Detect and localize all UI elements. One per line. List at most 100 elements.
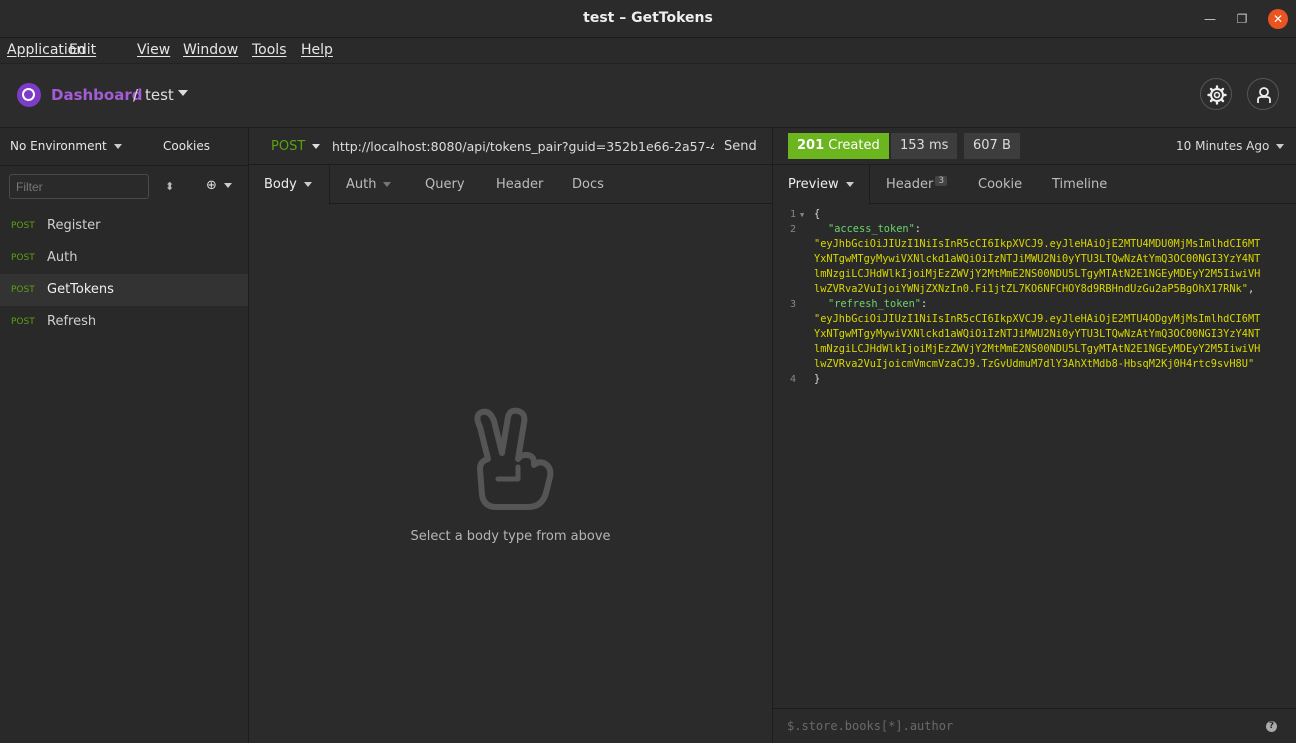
json-value-line: "eyJhbGciOiJIUzI1NiIsInR5cCI6IkpXVCJ9.ey… [814,313,1261,325]
close-icon[interactable]: ✕ [1268,9,1288,29]
tab-auth-label: Auth [346,177,377,192]
history-selector[interactable]: 10 Minutes Ago [1176,139,1285,153]
menu-help[interactable]: Help [301,42,333,58]
method-label: POST [271,139,306,154]
json-value-line: lmNzgiLCJHdWlkIjoiMjEzZWVjY2MtMmE2NS00ND… [814,343,1261,355]
account-button[interactable] [1247,78,1279,110]
url-input[interactable]: http://localhost:8080/api/tokens_pair?gu… [332,139,714,154]
request-name: Register [47,218,101,233]
request-tabs: Body Auth Query Header Docs [249,165,772,205]
gear-icon [1207,85,1227,105]
json-value-line: YxNTgwMTgyMywiVXNlckd1aWQiOiIzNTJiMWU2Ni… [814,328,1261,340]
tab-query[interactable]: Query [425,177,465,192]
json-filter-input[interactable]: $.store.books[*].author [787,719,953,733]
title-bar: test – GetTokens — ❐ ✕ [0,0,1296,38]
url-bar: POST http://localhost:8080/api/tokens_pa… [249,128,772,165]
line-number: 3 [790,299,797,310]
breadcrumb-dashboard[interactable]: Dashboard [51,86,142,104]
user-icon [1257,87,1271,103]
json-value-line: YxNTgwMTgyMywiVXNlckd1aWQiOiIzNTJiMWU2Ni… [814,253,1261,265]
json-value-line: lwZVRva2VuIjoiYWNjZXNzIn0.Fi1jtZL7KO6NFC… [814,283,1248,295]
empty-body-message: Select a body type from above [410,529,611,544]
plus-circle-icon: ⊕ [206,178,217,193]
insomnia-logo-icon[interactable] [17,83,41,107]
window-title: test – GetTokens [583,10,713,26]
sidebar: No Environment Cookies ⬍ ⊕ POST Register… [0,128,249,743]
tab-body-label: Body [264,177,297,192]
tab-timeline[interactable]: Timeline [1052,177,1107,192]
line-number: 2 [790,224,797,235]
tab-body[interactable]: Body [264,177,312,192]
json-value-line: "eyJhbGciOiJIUzI1NiIsInR5cCI6IkpXVCJ9.ey… [814,238,1261,250]
json-key-access-token: "access_token": [828,223,921,235]
request-pane: POST http://localhost:8080/api/tokens_pa… [249,128,773,743]
tab-preview-label: Preview [788,177,839,192]
chevron-down-icon[interactable] [178,90,188,96]
request-method: POST [11,253,35,263]
header-count-badge: 3 [935,176,948,186]
json-value-line-last: lwZVRva2VuIjoiYWNjZXNzIn0.Fi1jtZL7KO6NFC… [814,283,1255,295]
environment-selector[interactable]: No Environment [10,139,122,153]
maximize-icon[interactable]: ❐ [1232,9,1252,29]
response-tabs: Preview Header 3 Cookie Timeline [773,165,1296,205]
json-key: "refresh_token" [828,298,921,310]
request-method: POST [11,221,35,231]
request-name: Refresh [47,314,97,329]
tab-response-header[interactable]: Header 3 [886,176,948,192]
request-item-auth[interactable]: POST Auth [0,242,248,274]
chevron-down-icon [1276,144,1285,149]
fold-arrow-icon[interactable]: ▼ [800,211,804,219]
menu-tools[interactable]: Tools [252,42,287,58]
help-icon[interactable]: ? [1266,721,1277,732]
response-status-bar: 201 Created 153 ms 607 B 10 Minutes Ago [773,128,1296,165]
request-name: GetTokens [47,282,114,297]
json-value-line: lwZVRva2VuIjoicmVmcmVzaCJ9.TzGvUdmuM7dlY… [814,358,1255,370]
app-header: Dashboard / test [0,64,1296,128]
send-button[interactable]: Send [724,139,757,154]
tab-preview[interactable]: Preview [788,177,854,192]
method-selector[interactable]: POST [271,139,321,154]
chevron-down-icon [312,144,321,149]
add-request-button[interactable]: ⊕ [206,178,232,193]
settings-button[interactable] [1200,78,1232,110]
divider [0,165,248,166]
filter-input[interactable] [9,174,149,199]
chevron-down-icon [845,182,854,187]
menu-edit[interactable]: Edit [69,42,96,58]
tab-cookie[interactable]: Cookie [978,177,1022,192]
environment-label: No Environment [10,139,107,153]
tab-auth[interactable]: Auth [346,177,392,192]
json-key: "access_token" [828,223,915,235]
request-item-register[interactable]: POST Register [0,210,248,242]
line-number: 1 [790,209,797,220]
chevron-down-icon [223,183,232,188]
json-key-refresh-token: "refresh_token": [828,298,928,310]
line-number: 4 [790,374,797,385]
history-label: 10 Minutes Ago [1176,139,1270,153]
request-method: POST [11,317,35,327]
chevron-down-icon [383,182,392,187]
menu-bar: Application Edit View Window Tools Help [0,38,1296,64]
json-open-brace: { [814,208,821,220]
menu-window[interactable]: Window [183,42,238,58]
cookies-button[interactable]: Cookies [163,139,210,153]
json-value-line: lmNzgiLCJHdWlkIjoiMjEzZWVjY2MtMmE2NS00ND… [814,268,1261,280]
sort-icon[interactable]: ⬍ [165,180,174,193]
minimize-icon[interactable]: — [1200,9,1220,29]
request-item-gettokens[interactable]: POST GetTokens [0,274,248,306]
request-method: POST [11,285,35,295]
json-close-brace: } [814,373,821,385]
tab-header[interactable]: Header [496,177,543,192]
response-pane: 201 Created 153 ms 607 B 10 Minutes Ago … [773,128,1296,743]
peace-hand-icon [474,407,554,510]
tab-docs[interactable]: Docs [572,177,604,192]
tab-header-label: Header [886,177,934,192]
breadcrumb-separator: / [133,86,139,104]
chevron-down-icon [303,182,312,187]
response-size-badge: 607 B [964,133,1020,159]
status-text: Created [828,138,880,153]
request-item-refresh[interactable]: POST Refresh [0,306,248,338]
breadcrumb-workspace[interactable]: test [145,86,174,104]
status-code: 201 [797,138,825,153]
menu-view[interactable]: View [137,42,170,58]
